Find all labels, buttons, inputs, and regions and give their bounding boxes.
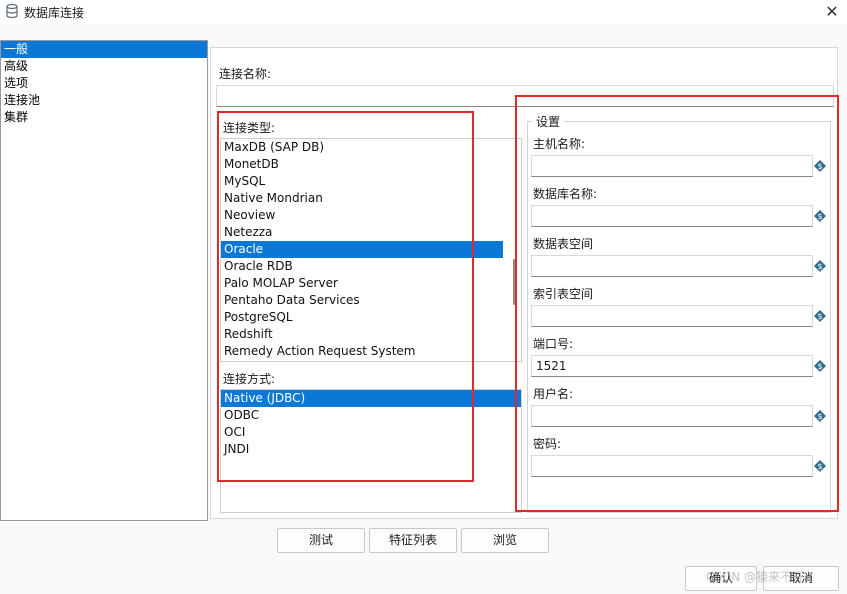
connection-type-list[interactable]: MaxDB (SAP DB) MonetDB MySQL Native Mond…	[220, 138, 522, 362]
list-item[interactable]: MaxDB (SAP DB)	[221, 139, 521, 156]
scrollbar[interactable]	[511, 139, 517, 361]
variable-icon[interactable]: $	[814, 410, 826, 422]
list-item[interactable]: Neoview	[221, 207, 521, 224]
scrollbar-thumb[interactable]	[513, 259, 516, 305]
title-bar: 数据库连接 ✕	[0, 0, 847, 24]
database-icon	[6, 3, 18, 19]
nav-item-advanced[interactable]: 高级	[1, 58, 207, 75]
connection-type-label: 连接类型:	[223, 121, 276, 135]
password-label: 密码:	[533, 437, 562, 451]
username-label: 用户名:	[533, 387, 574, 401]
list-item[interactable]: OCI	[221, 424, 521, 441]
nav-item-pooling[interactable]: 连接池	[1, 92, 207, 109]
settings-legend: 设置	[533, 113, 564, 130]
access-method-list[interactable]: Native (JDBC) ODBC OCI JNDI	[220, 389, 522, 513]
connection-name-input[interactable]	[216, 85, 834, 107]
data-tablespace-label: 数据表空间	[533, 237, 594, 251]
password-input[interactable]	[531, 455, 813, 477]
nav-item-general[interactable]: 一般	[1, 41, 207, 58]
general-panel: 连接名称: 连接类型: MaxDB (SAP DB) MonetDB MySQL…	[210, 47, 838, 519]
list-item[interactable]: MonetDB	[221, 156, 521, 173]
close-button[interactable]: ✕	[817, 0, 847, 22]
list-item[interactable]: Netezza	[221, 224, 521, 241]
svg-text:$: $	[817, 412, 822, 421]
settings-nav: 一般 高级 选项 连接池 集群	[0, 40, 208, 521]
host-name-input[interactable]	[531, 155, 813, 177]
variable-icon[interactable]: $	[814, 260, 826, 272]
list-item[interactable]: PostgreSQL	[221, 309, 521, 326]
username-input[interactable]	[531, 405, 813, 427]
feature-list-button[interactable]: 特征列表	[369, 528, 457, 553]
index-tablespace-input[interactable]	[531, 305, 813, 327]
list-item-selected[interactable]: Oracle	[221, 241, 503, 258]
list-item[interactable]: MySQL	[221, 173, 521, 190]
variable-icon[interactable]: $	[814, 360, 826, 372]
list-item[interactable]: Redshift	[221, 326, 521, 343]
close-icon: ✕	[825, 1, 839, 21]
host-name-label: 主机名称:	[533, 137, 586, 151]
database-name-label: 数据库名称:	[533, 187, 598, 201]
svg-text:$: $	[817, 262, 822, 271]
list-item[interactable]: JNDI	[221, 441, 521, 458]
svg-text:$: $	[817, 162, 822, 171]
variable-icon[interactable]: $	[814, 310, 826, 322]
list-item[interactable]: ODBC	[221, 407, 521, 424]
svg-text:$: $	[817, 462, 822, 471]
browse-button[interactable]: 浏览	[461, 528, 549, 553]
variable-icon[interactable]: $	[814, 460, 826, 472]
access-method-label: 连接方式:	[223, 372, 276, 386]
port-input[interactable]: 1521	[531, 355, 813, 377]
watermark: CSDN @猿来不开	[706, 570, 805, 584]
svg-text:$: $	[817, 312, 822, 321]
nav-item-options[interactable]: 选项	[1, 75, 207, 92]
database-name-input[interactable]	[531, 205, 813, 227]
list-item[interactable]: Pentaho Data Services	[221, 292, 521, 309]
nav-item-cluster[interactable]: 集群	[1, 109, 207, 126]
list-item[interactable]: Oracle RDB	[221, 258, 521, 275]
connection-name-label: 连接名称:	[219, 67, 272, 81]
window-title: 数据库连接	[24, 6, 85, 20]
index-tablespace-label: 索引表空间	[533, 287, 594, 301]
svg-text:$: $	[817, 212, 822, 221]
variable-icon[interactable]: $	[814, 160, 826, 172]
test-button[interactable]: 测试	[277, 528, 365, 553]
list-item-selected[interactable]: Native (JDBC)	[221, 390, 521, 407]
svg-text:$: $	[817, 362, 822, 371]
list-item[interactable]: Remedy Action Request System	[221, 343, 521, 360]
database-connection-dialog: 数据库连接 ✕ 一般 高级 选项 连接池 集群 连接名称: 连接类型: MaxD…	[0, 0, 847, 594]
variable-icon[interactable]: $	[814, 210, 826, 222]
port-label: 端口号:	[533, 337, 574, 351]
list-item[interactable]: Native Mondrian	[221, 190, 521, 207]
data-tablespace-input[interactable]	[531, 255, 813, 277]
list-item[interactable]: Palo MOLAP Server	[221, 275, 521, 292]
